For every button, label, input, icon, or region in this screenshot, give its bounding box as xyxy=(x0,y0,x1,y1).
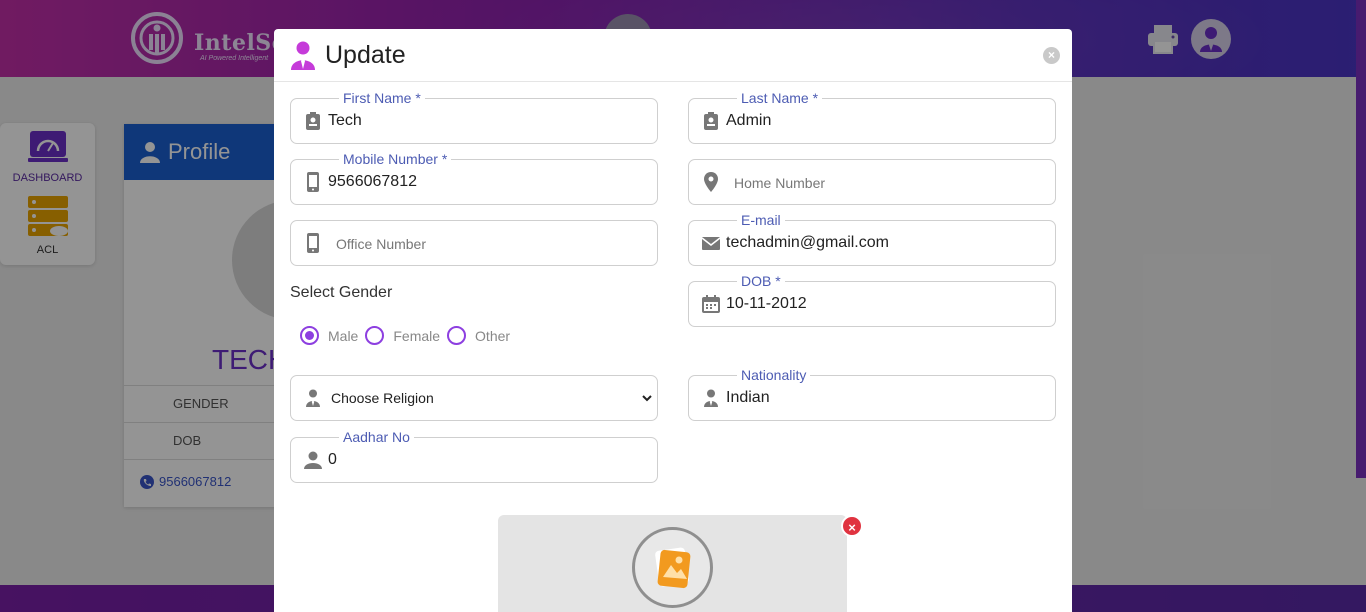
email-field[interactable]: E-mail techadmin@gmail.com xyxy=(688,211,1056,266)
office-number-placeholder: Office Number xyxy=(336,236,426,252)
radio-male[interactable] xyxy=(300,326,319,345)
home-number-field[interactable]: Home Number xyxy=(688,159,1056,205)
remove-photo-icon[interactable]: × xyxy=(841,515,863,537)
image-upload-icon xyxy=(654,547,690,588)
last-name-value: Admin xyxy=(726,112,772,129)
upload-image-button[interactable] xyxy=(632,527,713,608)
mobile-number-field[interactable]: Mobile Number * 9566067812 xyxy=(290,150,658,205)
nationality-value: Indian xyxy=(726,389,770,406)
mobile-phone-icon xyxy=(303,172,323,192)
first-name-label: First Name * xyxy=(339,89,425,107)
home-number-placeholder: Home Number xyxy=(734,175,826,191)
gender-radio-group: Male Female Other xyxy=(300,326,517,345)
mobile-number-value: 9566067812 xyxy=(328,173,417,190)
first-name-value: Tech xyxy=(328,112,362,129)
location-pin-icon xyxy=(701,172,721,192)
update-modal: Update × First Name * Tech Last Name * A… xyxy=(274,29,1072,612)
person-icon xyxy=(303,450,323,470)
user-update-icon xyxy=(291,41,315,70)
religion-select[interactable]: Choose Religion xyxy=(327,376,655,420)
last-name-field[interactable]: Last Name * Admin xyxy=(688,89,1056,144)
calendar-icon xyxy=(701,294,721,314)
religion-field[interactable]: Choose Religion xyxy=(290,375,658,421)
envelope-icon xyxy=(701,233,721,253)
email-value: techadmin@gmail.com xyxy=(726,234,889,251)
close-icon[interactable]: × xyxy=(1043,47,1060,64)
gender-female-option[interactable]: Female xyxy=(365,326,440,345)
modal-title: Update xyxy=(325,40,406,69)
first-name-field[interactable]: First Name * Tech xyxy=(290,89,658,144)
mobile-number-label: Mobile Number * xyxy=(339,150,452,168)
aadhar-field[interactable]: Aadhar No 0 xyxy=(290,428,658,483)
dob-field[interactable]: DOB * 10-11-2012 xyxy=(688,272,1056,327)
id-badge-icon xyxy=(701,111,721,131)
dob-label: DOB * xyxy=(737,272,785,290)
gender-title: Select Gender xyxy=(290,284,393,301)
gender-male-option[interactable]: Male xyxy=(300,326,358,345)
person-tie-icon xyxy=(701,388,721,408)
radio-female[interactable] xyxy=(365,326,385,345)
gender-option-label: Male xyxy=(328,327,359,344)
aadhar-value: 0 xyxy=(328,451,337,468)
id-badge-icon xyxy=(303,111,323,131)
mobile-phone-icon xyxy=(303,233,323,253)
gender-option-label: Female xyxy=(393,327,441,344)
dob-value: 10-11-2012 xyxy=(726,295,807,312)
modal-header: Update xyxy=(274,29,1072,82)
gender-option-label: Other xyxy=(475,327,511,344)
person-tie-icon xyxy=(303,388,323,408)
gender-other-option[interactable]: Other xyxy=(447,326,510,345)
aadhar-label: Aadhar No xyxy=(339,428,414,446)
radio-other[interactable] xyxy=(447,326,467,345)
last-name-label: Last Name * xyxy=(737,89,823,107)
email-label: E-mail xyxy=(737,211,785,229)
photo-upload-area[interactable] xyxy=(498,515,847,612)
nationality-field[interactable]: Nationality Indian xyxy=(688,366,1056,421)
office-number-field[interactable]: Office Number xyxy=(290,220,658,266)
nationality-label: Nationality xyxy=(737,366,811,384)
